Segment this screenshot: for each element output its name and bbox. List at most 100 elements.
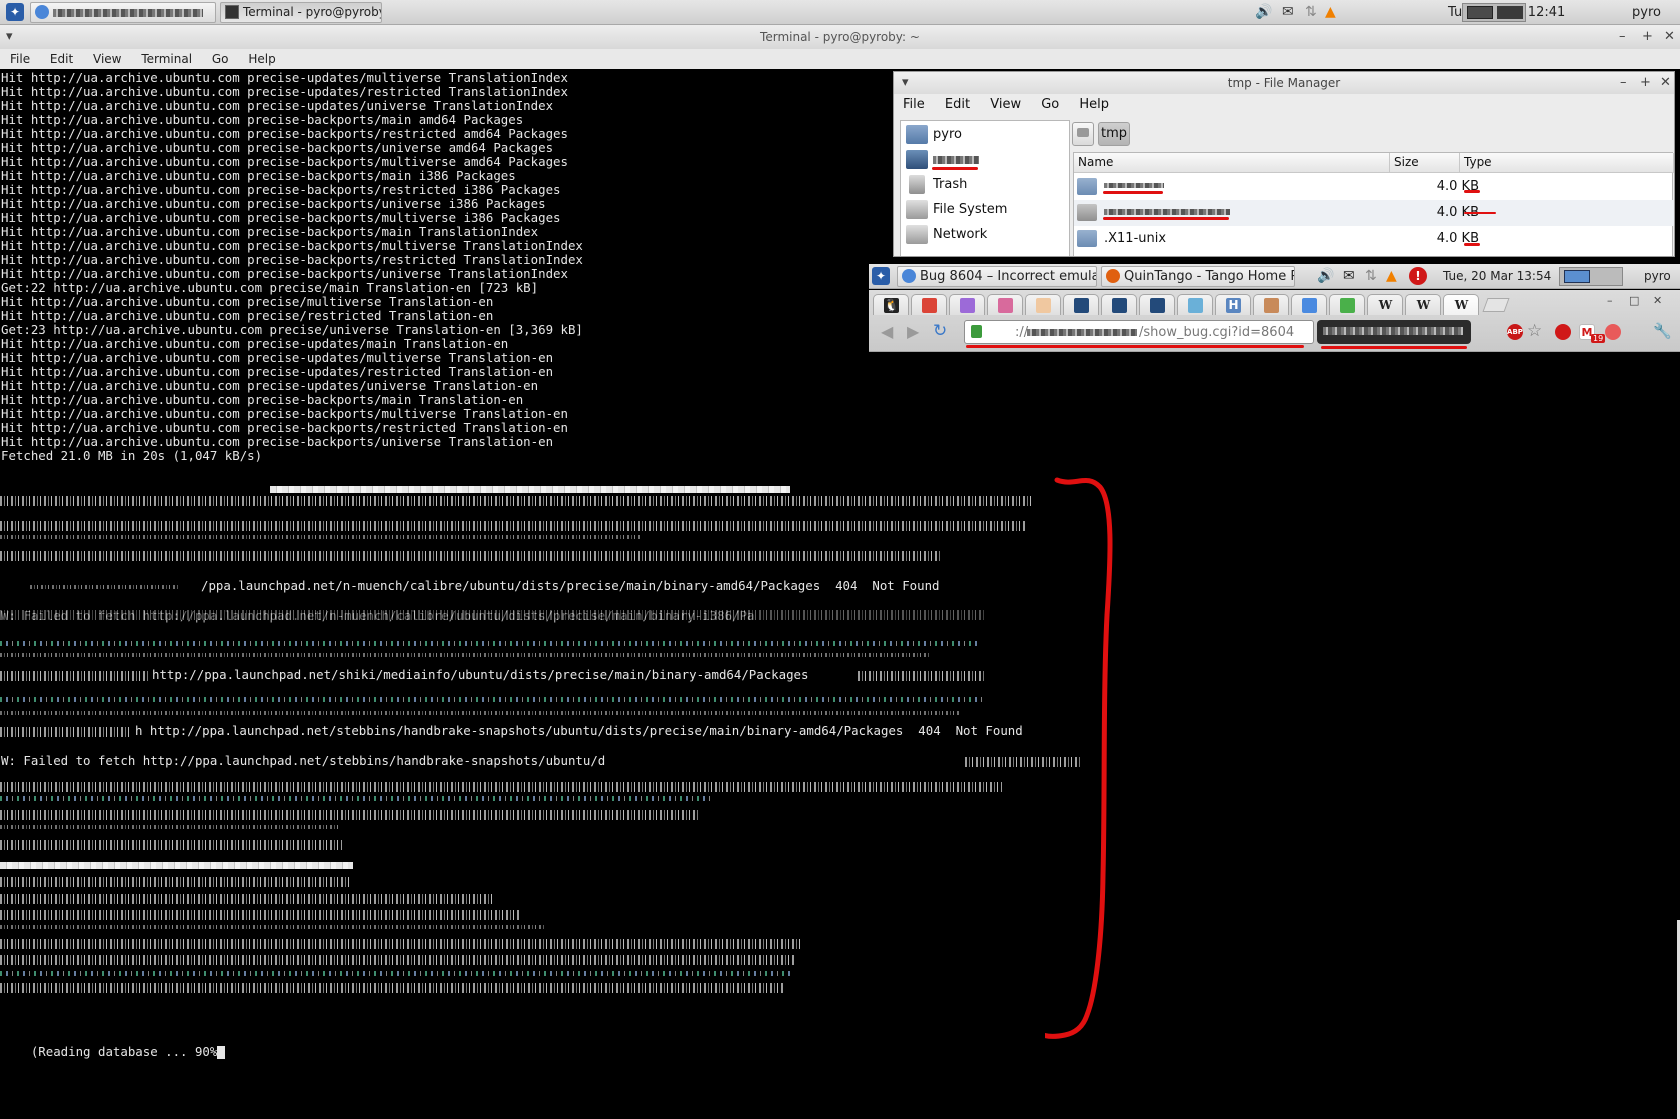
address-bar[interactable]: :// /show_bug.cgi?id=8604 [964,320,1314,344]
sidebar-item-trash[interactable]: Trash [903,173,1067,197]
file-row[interactable]: 4.0 KB [1074,174,1674,200]
tab[interactable] [1291,294,1327,315]
workspace-1[interactable] [1564,270,1590,283]
close-icon[interactable]: ✕ [1653,294,1662,307]
tab[interactable] [987,294,1023,315]
translate-icon [1302,298,1317,313]
maximize-icon[interactable]: □ [1629,294,1639,307]
menu-help[interactable]: Help [240,49,283,69]
workspace-2[interactable] [1497,6,1523,19]
terminal-line: /ppa.launchpad.net/n-muench/calibre/ubun… [201,578,940,593]
taskbar-item-quintango[interactable]: QuinTango - Tango Home P... [1101,266,1295,287]
tab[interactable]: 🐧 [873,294,909,315]
minimize-icon[interactable]: – [1607,294,1613,307]
puzzle-icon [1188,298,1203,313]
network-icon[interactable]: ⇅ [1365,268,1377,284]
sidebar-item-network[interactable]: Network [903,223,1067,247]
minimize-icon[interactable]: – [1620,75,1627,90]
menu-help[interactable]: Help [1071,94,1117,115]
file-row[interactable]: .X11-unix 4.0 KB [1074,226,1674,252]
forward-icon[interactable]: ▶ [907,322,919,341]
volume-icon[interactable]: 🔊 [1317,268,1334,284]
file-row[interactable]: 4.0 KB [1074,200,1674,226]
terminal-line: h http://ppa.launchpad.net/stebbins/hand… [135,723,1023,738]
taskbar-item-terminal[interactable]: Terminal - pyro@pyroby: ~ [220,2,382,23]
taskbar-item-bug[interactable]: Bug 8604 – Incorrect emulat... [897,266,1097,287]
path-root-button[interactable] [1072,122,1094,146]
tab-strip: 🐧 H W W W [873,292,1573,316]
volume-icon[interactable]: 🔊 [1255,4,1272,20]
menu-terminal[interactable]: Terminal [133,49,200,69]
vlc-icon[interactable]: ▲ [1386,268,1397,284]
taskbar-item-browser[interactable] [30,2,216,23]
menu-edit[interactable]: Edit [937,94,978,115]
taskbar-quintango-label: QuinTango - Tango Home P... [1124,269,1295,284]
column-header-size[interactable]: Size [1390,153,1460,173]
gmail-unread-badge: 19 [1591,334,1606,343]
mail-icon[interactable]: ✉ [1343,268,1355,284]
xfce-menu-icon[interactable]: ✦ [872,267,890,285]
adblock-icon[interactable]: ABP [1507,324,1523,340]
search-box[interactable] [1317,320,1471,344]
menu-go[interactable]: Go [1033,94,1067,115]
tab[interactable]: W [1367,294,1403,315]
path-current-button[interactable]: tmp [1098,122,1130,146]
stop-extension-icon[interactable] [1555,324,1571,340]
tab[interactable] [1253,294,1289,315]
minimize-icon[interactable]: – [1619,29,1626,44]
terminal-titlebar[interactable]: ▾ Terminal - pyro@pyroby: ~ – + ✕ [0,25,1680,49]
bookmark-star-icon[interactable]: ☆ [1527,321,1542,341]
workspace-1[interactable] [1467,6,1493,19]
tab[interactable] [949,294,985,315]
back-icon[interactable]: ◀ [881,322,893,341]
sidebar-item-filesystem[interactable]: File System [903,198,1067,222]
maximize-icon[interactable]: + [1642,29,1653,44]
menu-file[interactable]: File [0,49,38,69]
sidebar-item-desktop[interactable] [903,148,1067,172]
tab[interactable]: H [1215,294,1251,315]
file-manager-titlebar[interactable]: ▾ tmp - File Manager – + ✕ [894,72,1674,94]
garbled-output [0,610,985,620]
file-manager-window: ▾ tmp - File Manager – + ✕ File Edit Vie… [893,71,1675,257]
clock[interactable]: Tue, 20 Mar 13:54 [1443,269,1551,283]
terminal-line: Hit http://ua.archive.ubuntu.com precise… [1,84,568,99]
close-icon[interactable]: ✕ [1660,75,1671,90]
tab[interactable] [1025,294,1061,315]
network-icon[interactable]: ⇅ [1305,4,1317,20]
reload-icon[interactable]: ↻ [933,321,947,341]
tab[interactable] [1139,294,1175,315]
close-icon[interactable]: ✕ [1664,29,1675,44]
user-name[interactable]: pyro [1632,5,1661,20]
tab[interactable] [1177,294,1213,315]
menu-go[interactable]: Go [204,49,237,69]
xfce-menu-icon[interactable]: ✦ [6,3,24,21]
tab[interactable]: W [1405,294,1441,315]
wrench-icon[interactable]: 🔧 [1653,322,1672,340]
menu-file[interactable]: File [894,94,933,115]
file-manager-title: tmp - File Manager [1227,76,1341,90]
sidebar-item-home[interactable]: pyro [903,123,1067,147]
tab[interactable]: W [1443,294,1479,315]
tab[interactable] [1329,294,1365,315]
new-tab-button[interactable] [1482,298,1510,312]
workspace-switcher[interactable] [1559,267,1623,286]
vlc-icon[interactable]: ▲ [1325,4,1336,20]
workspace-switcher[interactable] [1462,3,1526,22]
mail-icon[interactable]: ✉ [1282,4,1294,20]
column-header-name[interactable]: Name [1074,153,1390,173]
terminal-line: Hit http://ua.archive.ubuntu.com precise… [1,154,568,169]
menu-edit[interactable]: Edit [42,49,81,69]
alert-icon[interactable]: ! [1409,267,1427,285]
menu-view[interactable]: View [982,94,1029,115]
garbled-output [0,782,1002,792]
extension-icon[interactable] [1605,324,1621,340]
tab[interactable] [911,294,947,315]
tab[interactable] [1101,294,1137,315]
maximize-icon[interactable]: + [1640,75,1651,90]
tab[interactable] [1063,294,1099,315]
menu-view[interactable]: View [85,49,129,69]
user-name[interactable]: pyro [1644,269,1671,283]
terminal-line: Hit http://ua.archive.ubuntu.com precise… [1,266,568,281]
redaction-underline [932,167,978,170]
column-header-type[interactable]: Type [1460,153,1674,173]
